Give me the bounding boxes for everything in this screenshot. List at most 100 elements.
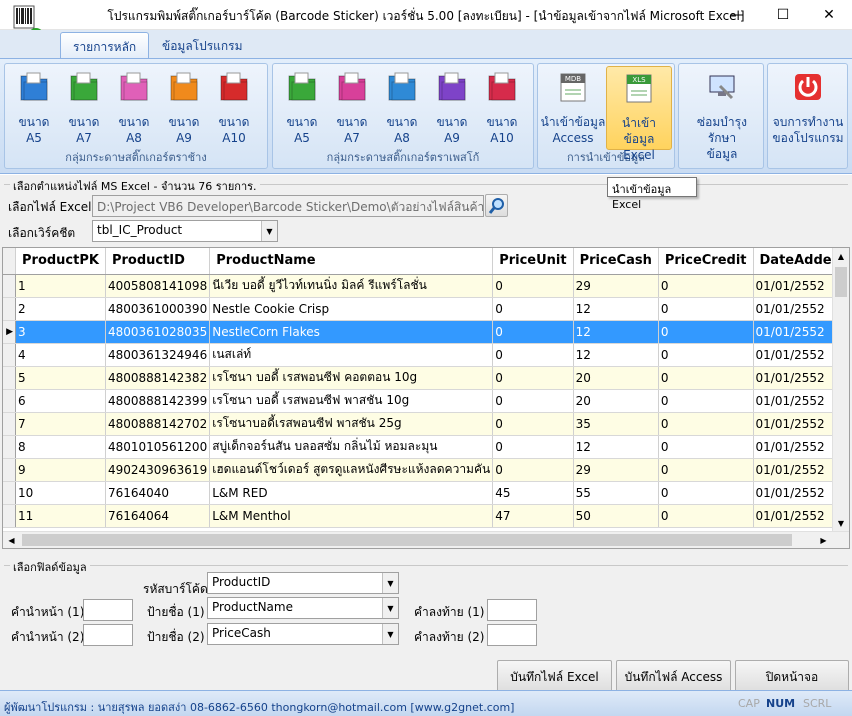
caption1-select[interactable]: ProductName ▼ [207, 597, 399, 619]
sheet-select[interactable]: tbl_IC_Product ▼ [92, 220, 278, 242]
column-header[interactable]: ProductPK [15, 248, 106, 275]
table-cell[interactable]: 45 [492, 481, 574, 505]
table-cell[interactable]: 1 [15, 274, 106, 298]
prefix1-input[interactable] [83, 599, 133, 621]
size-a9-button[interactable]: ขนาด A9 [427, 66, 477, 150]
column-header[interactable]: ProductID [105, 248, 211, 275]
import-access-button[interactable]: MDB นำเข้าข้อมูล Access [540, 66, 606, 150]
table-cell[interactable]: 12 [573, 297, 659, 321]
table-row[interactable]: 5 4800888142382 เรโซนา บอดี้ เรสพอนซีฟ คอต… [3, 366, 849, 390]
table-cell[interactable]: 0 [492, 458, 574, 482]
table-cell[interactable]: 4800361000390 [105, 297, 211, 321]
table-cell[interactable]: 12 [573, 320, 659, 344]
horizontal-scroll-thumb[interactable] [22, 534, 792, 546]
table-cell[interactable]: 0 [658, 366, 754, 390]
table-cell[interactable]: 29 [573, 458, 659, 482]
close-window-button[interactable]: ✕ [806, 0, 852, 30]
table-cell[interactable]: เนสเล่ท์ [209, 343, 494, 367]
table-cell[interactable]: 9 [15, 458, 106, 482]
table-cell[interactable]: 0 [492, 320, 574, 344]
table-cell[interactable]: สบู่เด็กจอร์นสัน บลอสซั่ม กลิ่นไม้ หอมละ… [209, 435, 494, 459]
tab-program-info[interactable]: ข้อมูลโปรแกรม [150, 32, 255, 58]
table-row[interactable]: 7 4800888142702 เรโซนาบอดี้เรสพอนซีฟ พาสชั… [3, 412, 849, 436]
table-cell[interactable]: 12 [573, 435, 659, 459]
table-cell[interactable]: 20 [573, 366, 659, 390]
table-cell[interactable]: L&M Menthol [209, 504, 494, 528]
table-cell[interactable]: 4 [15, 343, 106, 367]
table-cell[interactable]: 0 [658, 297, 754, 321]
table-cell[interactable]: 47 [492, 504, 574, 528]
table-cell[interactable]: 4005808141098 [105, 274, 211, 298]
table-cell[interactable]: 0 [658, 481, 754, 505]
minimize-button[interactable]: — [714, 0, 760, 30]
data-grid[interactable]: ProductPK ProductID ProductName PriceUnit Pr… [2, 247, 850, 549]
table-cell[interactable]: 4800361028035 [105, 320, 211, 344]
suffix2-input[interactable] [487, 624, 537, 646]
table-cell[interactable]: 55 [573, 481, 659, 505]
close-form-button[interactable]: ปิดหน้าจอ [735, 660, 849, 694]
table-cell[interactable]: 29 [573, 274, 659, 298]
vertical-scroll-thumb[interactable] [835, 267, 847, 297]
table-cell[interactable]: 4800361324946 [105, 343, 211, 367]
row-header[interactable] [3, 458, 16, 482]
maximize-button[interactable]: ☐ [760, 0, 806, 30]
scroll-up-icon[interactable]: ▲ [833, 248, 849, 265]
row-header[interactable] [3, 481, 16, 505]
table-cell[interactable]: 4800888142382 [105, 366, 211, 390]
size-a7-button[interactable]: ขนาด A7 [327, 66, 377, 150]
import-excel-button[interactable]: XLS นำเข้าข้อมูล Excel [606, 66, 672, 162]
table-cell[interactable]: 0 [658, 343, 754, 367]
table-cell[interactable]: เรโซนาบอดี้เรสพอนซีฟ พาสชัน 25g [209, 412, 494, 436]
table-cell[interactable]: 4902430963619 [105, 458, 211, 482]
table-cell[interactable]: 3 [15, 320, 106, 344]
row-header[interactable] [3, 274, 16, 298]
table-cell[interactable]: 50 [573, 504, 659, 528]
row-header[interactable] [3, 297, 16, 321]
size-a10-button[interactable]: ขนาด A10 [477, 66, 527, 150]
table-cell[interactable]: 76164040 [105, 481, 211, 505]
size-a10-button[interactable]: ขนาด A10 [209, 66, 259, 150]
table-cell[interactable]: 11 [15, 504, 106, 528]
size-a7-button[interactable]: ขนาด A7 [59, 66, 109, 150]
vertical-scrollbar[interactable]: ▲ ▼ [832, 248, 849, 532]
table-cell[interactable]: 8 [15, 435, 106, 459]
prefix2-input[interactable] [83, 624, 133, 646]
horizontal-scrollbar[interactable]: ◀ ▶ [3, 531, 849, 548]
column-header[interactable]: PriceCredit [658, 248, 754, 275]
caption2-select[interactable]: PriceCash ▼ [207, 623, 399, 645]
table-row[interactable]: 1076164040L&M RED4555001/01/25521 [3, 481, 849, 505]
table-row[interactable]: 44800361324946เนสเล่ท์012001/01/25521 [3, 343, 849, 367]
table-cell[interactable]: 0 [658, 320, 754, 344]
table-cell[interactable]: 7 [15, 412, 106, 436]
table-row[interactable]: 1176164064L&M Menthol4750001/01/25521 [3, 504, 849, 528]
table-cell[interactable]: เฮดแอนด์โชว์เดอร์ สูตรดูแลหนังศีรษะแห้งล… [209, 458, 494, 482]
table-cell[interactable]: 0 [658, 435, 754, 459]
table-row[interactable]: 9 4902430963619 เฮดแอนด์โชว์เดอร์ สูตรดูแล… [3, 458, 849, 482]
barcode-field-select[interactable]: ProductID ▼ [207, 572, 399, 594]
row-header[interactable] [3, 389, 16, 413]
column-header[interactable]: ProductName [209, 248, 494, 275]
suffix1-input[interactable] [487, 599, 537, 621]
table-row[interactable]: ▶ 3 4800361028035 NestleCorn Flakes 0 12 0 01/0… [3, 320, 849, 344]
size-a5-button[interactable]: ขนาด A5 [9, 66, 59, 150]
table-row[interactable]: 8 4801010561200 สบู่เด็กจอร์นสัน บลอสซั่ม … [3, 435, 849, 459]
table-cell[interactable]: L&M RED [209, 481, 494, 505]
scroll-left-icon[interactable]: ◀ [3, 532, 20, 548]
table-cell[interactable]: 0 [492, 274, 574, 298]
size-a8-button[interactable]: ขนาด A8 [109, 66, 159, 150]
column-header[interactable]: PriceCash [573, 248, 659, 275]
save-access-button[interactable]: บันทึกไฟล์ Access [616, 660, 731, 694]
row-header[interactable] [3, 366, 16, 390]
table-cell[interactable]: 76164064 [105, 504, 211, 528]
size-a8-button[interactable]: ขนาด A8 [377, 66, 427, 150]
row-header[interactable] [3, 412, 16, 436]
table-cell[interactable]: 20 [573, 389, 659, 413]
table-cell[interactable]: 0 [492, 343, 574, 367]
size-a5-button[interactable]: ขนาด A5 [277, 66, 327, 150]
table-cell[interactable]: 0 [658, 389, 754, 413]
scroll-right-icon[interactable]: ▶ [815, 532, 832, 548]
table-cell[interactable]: 0 [492, 435, 574, 459]
exit-program-button[interactable]: จบการทำงาน ของโปรแกรม [772, 66, 844, 150]
table-cell[interactable]: 0 [658, 458, 754, 482]
table-cell[interactable]: เรโซนา บอดี้ เรสพอนซีฟ คอตตอน 10g [209, 366, 494, 390]
